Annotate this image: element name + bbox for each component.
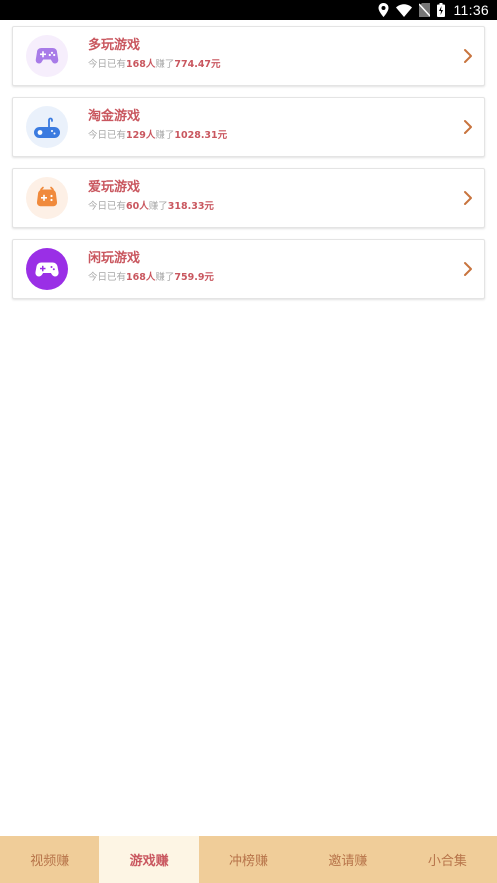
- earned-amount: 774.47元: [174, 59, 221, 70]
- earned-amount: 759.9元: [174, 272, 214, 283]
- no-sim-icon: [418, 0, 430, 20]
- game-title: 多玩游戏: [88, 38, 141, 53]
- chevron-right-icon: [464, 191, 472, 205]
- player-count: 129人: [126, 130, 156, 141]
- player-count: 168人: [126, 59, 156, 70]
- tab-video-earn[interactable]: 视频赚: [0, 836, 99, 883]
- earned-amount: 318.33元: [167, 201, 214, 212]
- tab-ranking-earn[interactable]: 冲榜赚: [199, 836, 298, 883]
- battery-charging-icon: [436, 0, 445, 20]
- tab-invite-earn[interactable]: 邀请赚: [298, 836, 397, 883]
- location-icon: [378, 0, 389, 20]
- chevron-right-icon: [464, 262, 472, 276]
- tab-collection[interactable]: 小合集: [398, 836, 497, 883]
- controller-icon: [26, 248, 68, 290]
- gamepad-icon: [26, 177, 68, 219]
- game-card-text: 闲玩游戏 今日已有168人赚了759.9元: [88, 251, 214, 284]
- game-stats: 今日已有168人赚了774.47元: [88, 59, 221, 70]
- joystick-icon: [26, 106, 68, 148]
- tab-game-earn[interactable]: 游戏赚: [99, 836, 199, 883]
- earned-amount: 1028.31元: [174, 130, 228, 141]
- game-title: 爱玩游戏: [88, 180, 141, 195]
- game-stats: 今日已有60人赚了318.33元: [88, 201, 214, 212]
- chevron-right-icon: [464, 120, 472, 134]
- player-count: 168人: [126, 272, 156, 283]
- game-card-duowan[interactable]: 多玩游戏 今日已有168人赚了774.47元: [12, 26, 485, 86]
- game-title: 闲玩游戏: [88, 251, 141, 266]
- game-card-text: 淘金游戏 今日已有129人赚了1028.31元: [88, 109, 227, 142]
- player-count: 60人: [126, 201, 149, 212]
- wifi-icon: [395, 0, 412, 20]
- game-card-text: 爱玩游戏 今日已有60人赚了318.33元: [88, 180, 214, 213]
- game-card-taojin[interactable]: 淘金游戏 今日已有129人赚了1028.31元: [12, 97, 485, 157]
- status-bar: 11:36: [0, 0, 497, 20]
- bottom-tab-bar: 视频赚 游戏赚 冲榜赚 邀请赚 小合集: [0, 836, 497, 883]
- game-card-aiwan[interactable]: 爱玩游戏 今日已有60人赚了318.33元: [12, 168, 485, 228]
- game-title: 淘金游戏: [88, 109, 141, 124]
- game-stats: 今日已有168人赚了759.9元: [88, 272, 214, 283]
- gamepad-icon: [26, 35, 68, 77]
- game-list: 多玩游戏 今日已有168人赚了774.47元 淘金游戏 今日已有129人赚了10…: [12, 26, 485, 310]
- status-time: 11:36: [453, 2, 489, 18]
- game-card-text: 多玩游戏 今日已有168人赚了774.47元: [88, 38, 221, 71]
- chevron-right-icon: [464, 49, 472, 63]
- game-card-xianwan[interactable]: 闲玩游戏 今日已有168人赚了759.9元: [12, 239, 485, 299]
- game-stats: 今日已有129人赚了1028.31元: [88, 130, 228, 141]
